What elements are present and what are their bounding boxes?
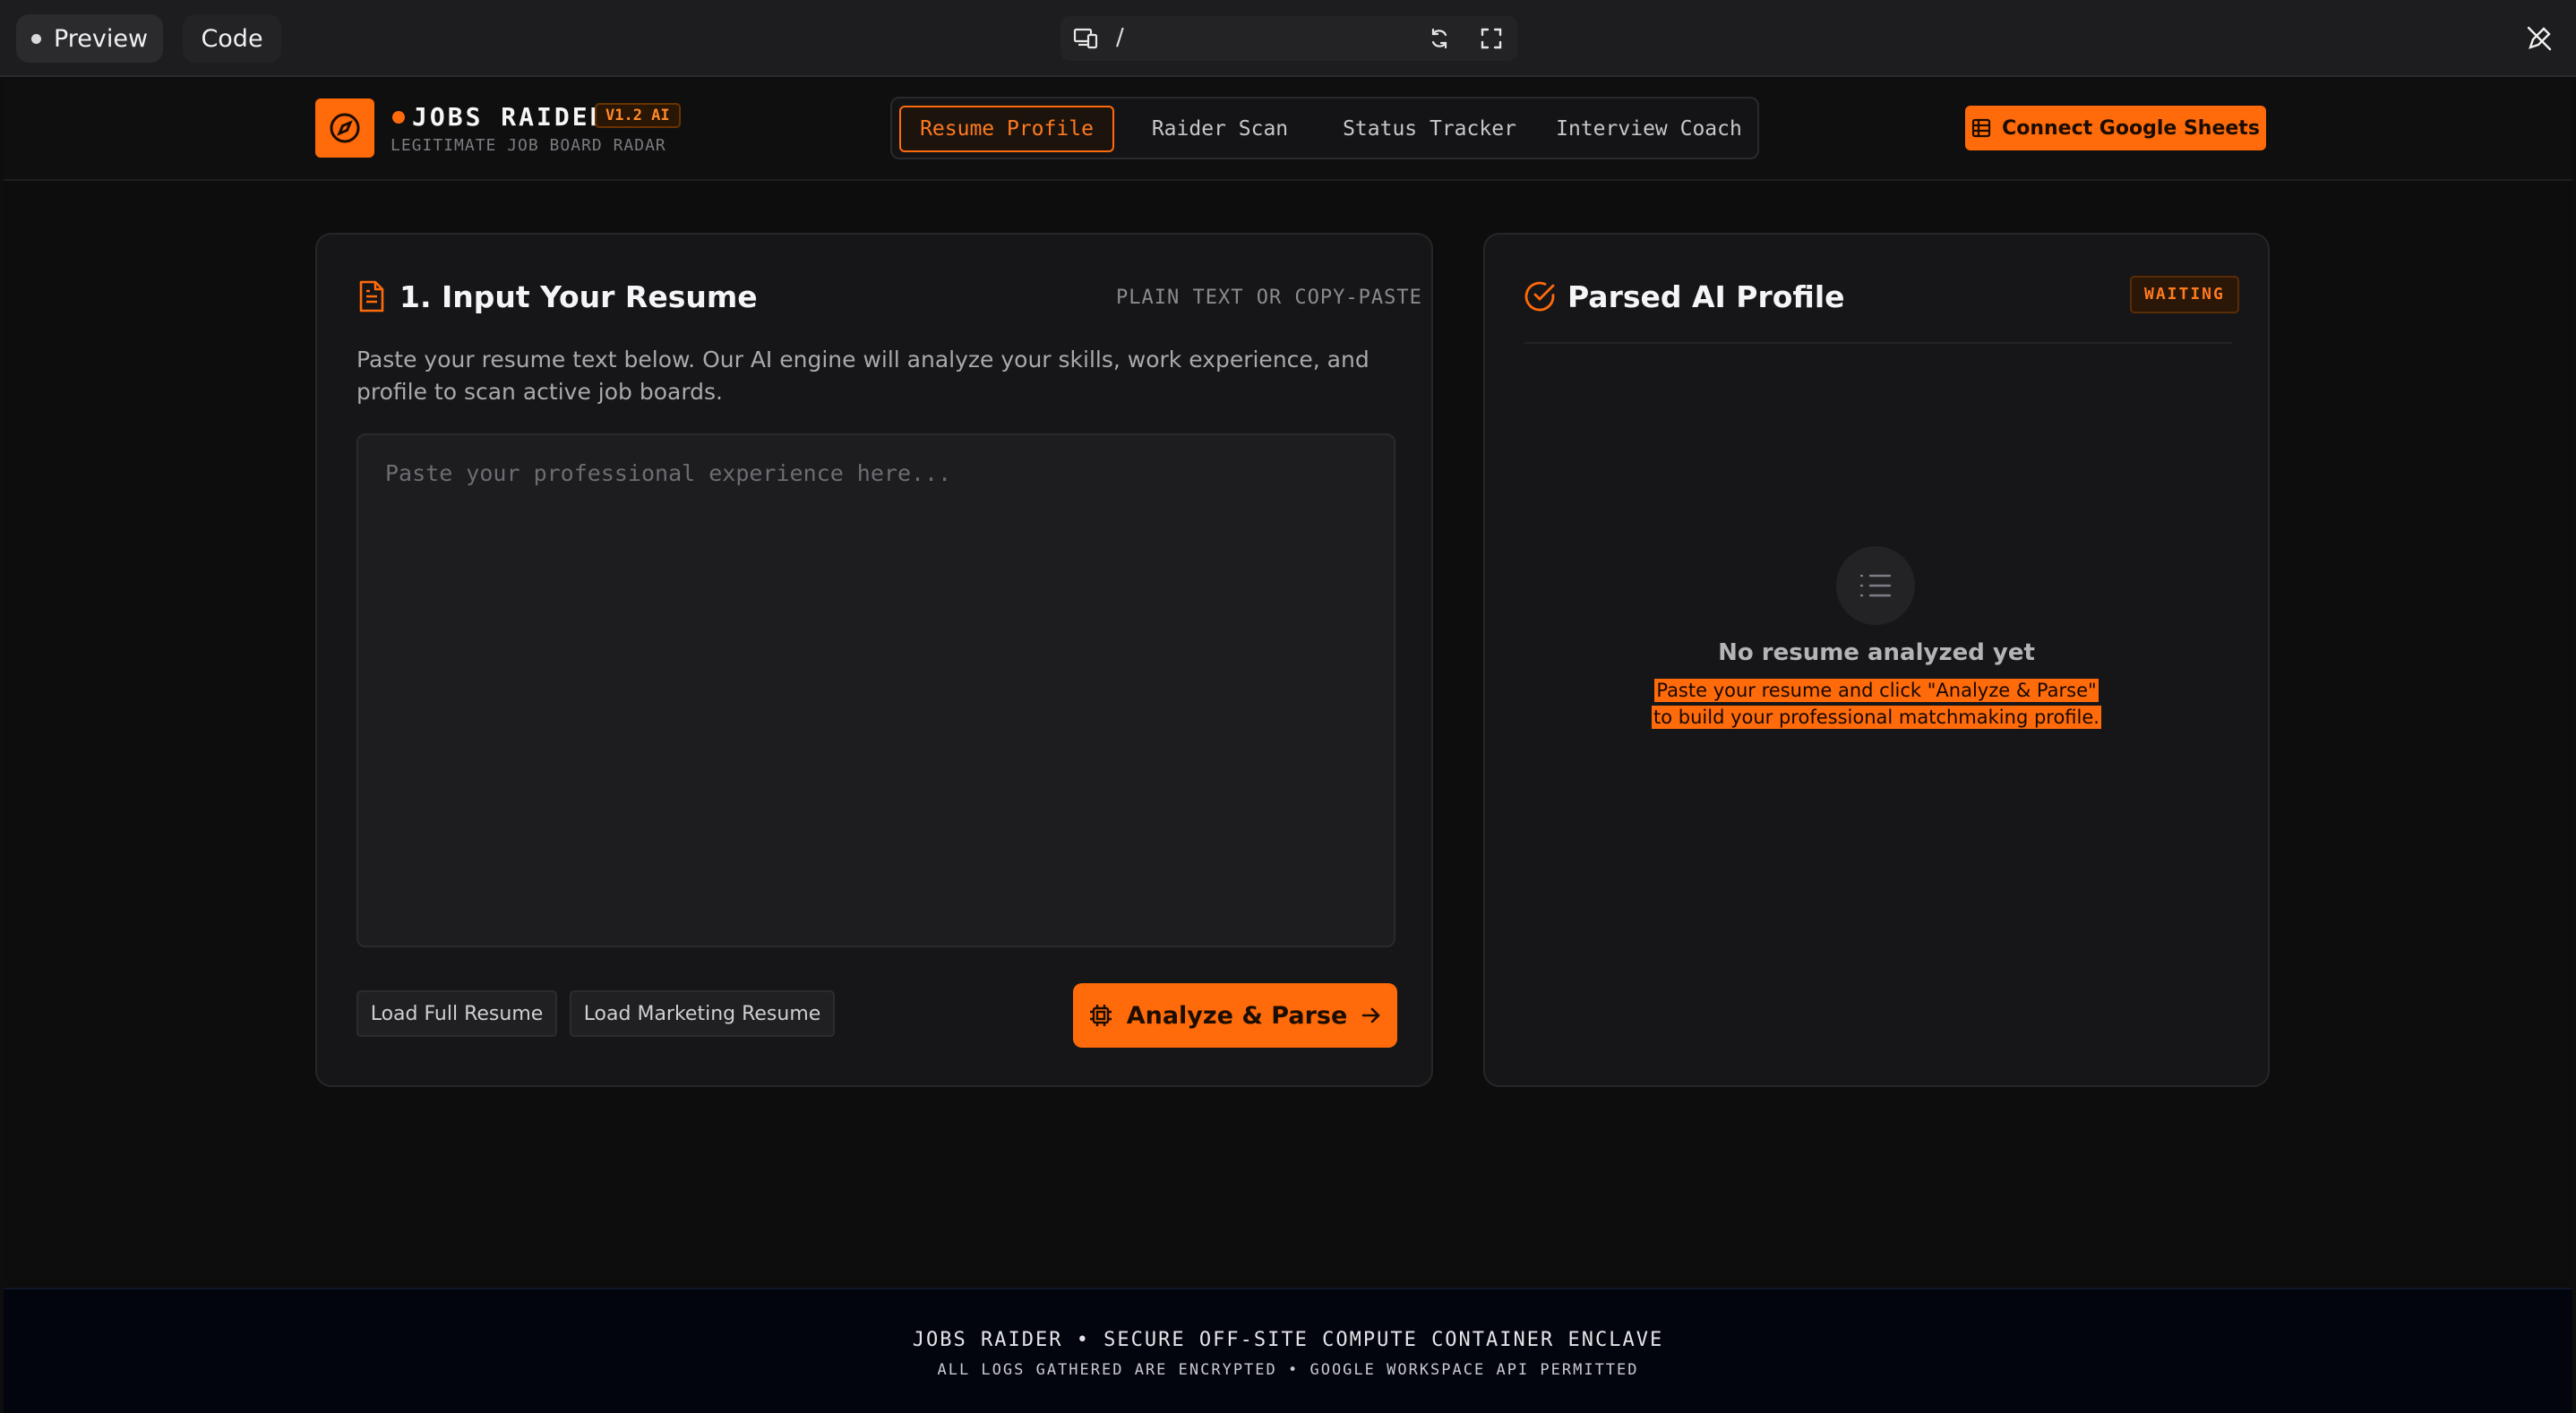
tab-status-tracker[interactable]: Status Tracker	[1324, 106, 1535, 152]
tab-raider-scan[interactable]: Raider Scan	[1127, 106, 1313, 152]
arrow-right-icon	[1361, 1007, 1381, 1023]
app-header: JOBS RAIDER V1.2 AI LEGITIMATE JOB BOARD…	[4, 79, 2572, 181]
connect-google-sheets-button[interactable]: Connect Google Sheets	[1965, 106, 2266, 150]
status-badge: WAITING	[2130, 276, 2239, 313]
main-nav: Resume Profile Raider Scan Status Tracke…	[890, 97, 1759, 159]
tab-interview-coach[interactable]: Interview Coach	[1546, 106, 1752, 152]
empty-state-icon-wrap	[1836, 546, 1915, 625]
brand-tagline: LEGITIMATE JOB BOARD RADAR	[391, 136, 666, 155]
empty-state-text: Paste your resume and click "Analyze & P…	[1485, 677, 2268, 731]
footer-line-2: ALL LOGS GATHERED ARE ENCRYPTED • GOOGLE…	[937, 1361, 1639, 1379]
logo[interactable]	[315, 98, 374, 158]
resume-input-card: 1. Input Your Resume PLAIN TEXT OR COPY-…	[315, 233, 1433, 1087]
parsed-profile-card: Parsed AI Profile WAITING No resume anal…	[1483, 233, 2270, 1087]
url-path: /	[1116, 24, 1124, 51]
tab-resume-profile[interactable]: Resume Profile	[899, 106, 1114, 152]
cpu-icon	[1089, 1005, 1112, 1026]
profile-card-title: Parsed AI Profile	[1567, 279, 1845, 314]
resume-card-description: Paste your resume text below. Our AI eng…	[356, 347, 1370, 405]
resume-card-title: 1. Input Your Resume	[399, 279, 758, 314]
brand-name: JOBS RAIDER	[412, 102, 608, 132]
profile-divider	[1524, 342, 2232, 344]
list-icon	[1859, 574, 1892, 597]
code-tab[interactable]: Code	[183, 14, 281, 63]
check-circle-icon	[1523, 279, 1557, 317]
fullscreen-icon[interactable]	[1480, 27, 1503, 54]
load-full-resume-button[interactable]: Load Full Resume	[356, 990, 557, 1037]
reload-icon[interactable]	[1428, 27, 1451, 54]
brand-status-dot	[392, 111, 405, 124]
connect-google-sheets-label: Connect Google Sheets	[2002, 116, 2260, 140]
resume-card-subtitle: PLAIN TEXT OR COPY-PASTE	[1116, 287, 1422, 309]
empty-state-title: No resume analyzed yet	[1718, 639, 2035, 666]
empty-state-line-1: Paste your resume and click "Analyze & P…	[1654, 679, 2099, 702]
footer-line-1: JOBS RAIDER • SECURE OFF-SITE COMPUTE CO…	[912, 1329, 1664, 1351]
app-footer: JOBS RAIDER • SECURE OFF-SITE COMPUTE CO…	[4, 1288, 2572, 1413]
empty-state-line-2: to build your professional matchmaking p…	[1652, 706, 2101, 729]
url-bar[interactable]: /	[1060, 16, 1517, 61]
analyze-parse-label: Analyze & Parse	[1126, 1001, 1348, 1030]
analyze-parse-button[interactable]: Analyze & Parse	[1073, 983, 1397, 1048]
load-marketing-resume-button[interactable]: Load Marketing Resume	[570, 990, 835, 1037]
app-root: JOBS RAIDER V1.2 AI LEGITIMATE JOB BOARD…	[4, 79, 2572, 1413]
code-tab-label: Code	[201, 24, 263, 53]
preview-dot-icon	[30, 33, 41, 44]
compass-icon	[330, 113, 360, 143]
table-icon	[1971, 118, 1991, 138]
preview-tab[interactable]: Preview	[16, 14, 163, 63]
preview-tab-label: Preview	[53, 24, 149, 53]
resume-textarea[interactable]	[356, 433, 1395, 947]
preview-toolbar: Preview Code /	[0, 0, 2576, 77]
devices-icon[interactable]	[1073, 27, 1098, 54]
edit-off-icon[interactable]	[2526, 25, 2553, 56]
version-badge: V1.2 AI	[595, 103, 681, 128]
document-icon	[356, 279, 387, 317]
